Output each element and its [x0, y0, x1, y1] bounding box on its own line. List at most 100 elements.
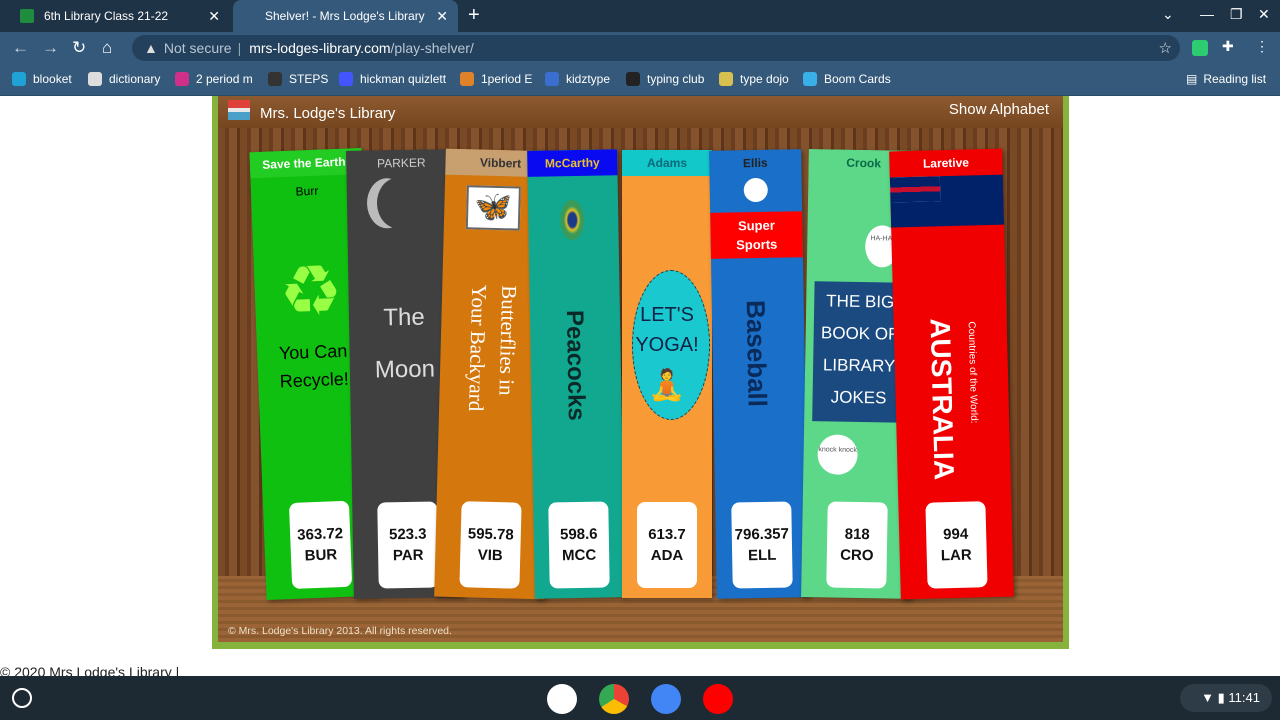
call-number-label: 613.7 ADA — [637, 502, 697, 588]
reload-icon[interactable]: ↻ — [72, 38, 86, 58]
book-author: PARKER — [346, 149, 457, 177]
series-label: Countries of the World: — [965, 321, 980, 424]
call-number: 598.6 — [559, 525, 598, 544]
peacock-feather-icon — [559, 199, 585, 241]
tab-shelver[interactable]: Shelver! - Mrs Lodge's Library ✕ — [233, 0, 458, 32]
call-number-label: 994 LAR — [924, 501, 988, 589]
call-number-label: 523.3 PAR — [377, 501, 439, 589]
bookmark-label: kidztype — [566, 72, 611, 86]
bookmark-STEPS[interactable]: STEPS — [268, 72, 328, 86]
title-line: LET'S — [640, 304, 694, 326]
call-number: 595.78 — [467, 525, 514, 544]
book-author: Laretive — [889, 148, 1003, 178]
back-icon[interactable]: ← — [12, 38, 29, 58]
extension-icon[interactable] — [1192, 40, 1208, 56]
bookmark-favicon-icon — [88, 72, 102, 86]
speech-bubble-bottom: knock knock — [817, 434, 858, 475]
bookmark-typing-club[interactable]: typing club — [626, 72, 704, 86]
bookmark-favicon-icon — [12, 72, 26, 86]
bookmark-label: 1period E — [481, 72, 533, 86]
call-number-label: 363.72 BUR — [288, 500, 353, 589]
book-author: Ellis — [709, 149, 802, 177]
book-author: Adams — [622, 150, 712, 176]
bookmark-favicon-icon — [175, 72, 189, 86]
restore-icon[interactable]: ❐ — [1230, 6, 1243, 23]
bookmark-type-dojo[interactable]: type dojo — [719, 72, 789, 86]
reading-list-button[interactable]: ▤ Reading list — [1186, 72, 1266, 86]
bookmark-label: type dojo — [740, 72, 789, 86]
bookmark-favicon-icon — [339, 72, 353, 86]
bookmark-kidztype[interactable]: kidztype — [545, 72, 610, 86]
call-number: 818 — [844, 525, 870, 544]
reading-list-label: Reading list — [1203, 72, 1267, 86]
bookmark-label: Boom Cards — [824, 72, 891, 86]
butterfly-icon: 🦋 — [465, 185, 521, 231]
gmail-icon[interactable] — [547, 684, 577, 714]
wifi-icon: ▼ ▮ — [1201, 690, 1229, 705]
docs-icon[interactable] — [651, 684, 681, 714]
moon-icon — [377, 178, 418, 229]
bookmark-Boom-Cards[interactable]: Boom Cards — [803, 72, 891, 86]
book-ada[interactable]: Adams LET'S YOGA! 🧘 613.7 ADA — [622, 150, 712, 598]
call-number: 796.357 — [734, 525, 790, 544]
call-letters: MCC — [561, 546, 597, 565]
tab-title: 6th Library Class 21-22 — [44, 9, 169, 23]
bookmark-label: 2 period m — [196, 72, 253, 86]
chrome-icon[interactable] — [599, 684, 629, 714]
show-alphabet-button[interactable]: Show Alphabet — [949, 101, 1049, 118]
bookmark-favicon-icon — [719, 72, 733, 86]
bookmark-2-period-m[interactable]: 2 period m — [175, 72, 253, 86]
bookmark-favicon-icon — [268, 72, 282, 86]
call-letters: ELL — [747, 546, 777, 565]
system-tray[interactable]: ▼ ▮ 11:41 — [1180, 684, 1272, 712]
call-number-label: 796.357 ELL — [731, 501, 793, 589]
bookmark-hickman-quizlett[interactable]: hickman quizlett — [339, 72, 446, 86]
security-status[interactable]: Not secure — [164, 40, 232, 56]
australia-flag-icon — [889, 174, 1005, 228]
bookmark-label: STEPS — [289, 72, 329, 86]
title-line: BOOK OF — [820, 323, 899, 344]
title-line: AUSTRALIA — [924, 317, 960, 481]
book-mcc[interactable]: McCarthy Peacocks 598.6 MCC — [527, 149, 625, 599]
bookmark-star-icon[interactable]: ☆ — [1159, 39, 1172, 57]
toolbar: ← → ↻ ⌂ ▲ Not secure | mrs-lodges-library… — [0, 32, 1280, 64]
youtube-icon[interactable] — [703, 684, 733, 714]
os-shelf: ▼ ▮ 11:41 — [0, 676, 1280, 720]
book-ell[interactable]: Ellis Super Sports Baseball 796.357 ELL — [709, 149, 809, 599]
menu-icon[interactable]: ⋮ — [1255, 38, 1269, 55]
call-number: 994 — [942, 525, 969, 544]
call-number-label: 818 CRO — [826, 501, 888, 589]
call-number: 363.72 — [296, 525, 344, 544]
address-bar[interactable]: ▲ Not secure | mrs-lodges-library.com/pla… — [132, 35, 1180, 61]
yoga-icon: 🧘 — [648, 369, 686, 402]
url-path: /play-shelver/ — [390, 40, 474, 56]
tab-search-icon[interactable]: ⌄ — [1162, 6, 1174, 23]
site-title[interactable]: Mrs. Lodge's Library — [260, 105, 395, 122]
title-line: Baseball — [740, 299, 773, 408]
forward-icon[interactable]: → — [42, 38, 59, 58]
bookmark-1period-E[interactable]: 1period E — [460, 72, 532, 86]
bookmark-dictionary[interactable]: dictionary — [88, 72, 160, 86]
bookmarks-bar: ▤ Reading list blooket dictionary 2 period … — [0, 64, 1280, 96]
close-window-icon[interactable]: ✕ — [1258, 6, 1270, 23]
baseball-icon — [743, 177, 768, 203]
extensions-puzzle-icon[interactable]: ✚ — [1222, 38, 1234, 55]
launcher-icon[interactable] — [12, 688, 32, 708]
book-lar[interactable]: Laretive AUSTRALIA Countries of the World:… — [889, 148, 1014, 600]
bookmark-blooket[interactable]: blooket — [12, 72, 72, 86]
minimize-icon[interactable]: — — [1200, 6, 1214, 22]
call-number-label: 595.78 VIB — [459, 501, 522, 589]
new-tab-button[interactable]: + — [468, 4, 480, 27]
book-author: McCarthy — [527, 149, 618, 177]
tab-title: Shelver! - Mrs Lodge's Library — [265, 9, 425, 23]
title-line: Peacocks — [560, 309, 590, 422]
bookmark-label: blooket — [33, 72, 72, 86]
bookmark-favicon-icon — [545, 72, 559, 86]
close-tab-icon[interactable]: ✕ — [208, 8, 220, 25]
warning-icon: ▲ — [144, 40, 158, 56]
tab-bar: 6th Library Class 21-22 ✕ Shelver! - Mrs … — [0, 0, 1280, 32]
close-tab-icon[interactable]: ✕ — [436, 8, 448, 25]
tab-library-class[interactable]: 6th Library Class 21-22 ✕ — [10, 0, 230, 32]
bookmark-favicon-icon — [460, 72, 474, 86]
home-icon[interactable]: ⌂ — [102, 38, 112, 58]
